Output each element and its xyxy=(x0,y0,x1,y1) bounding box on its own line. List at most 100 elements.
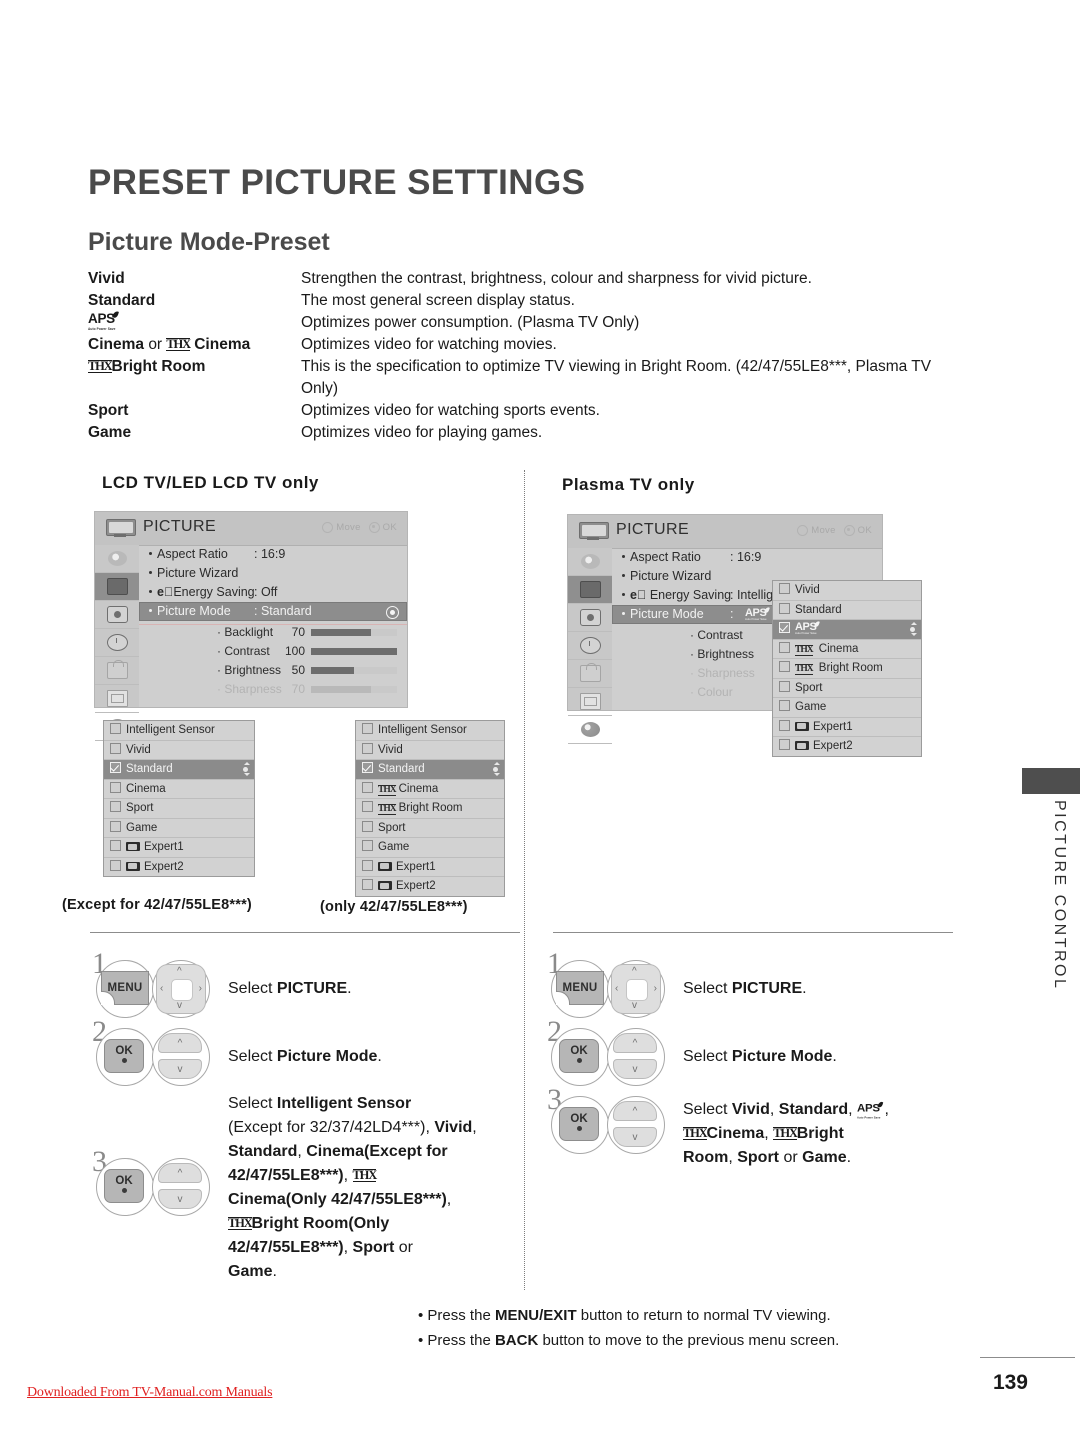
time-icon[interactable] xyxy=(95,629,139,657)
menu-button[interactable]: MENU xyxy=(556,971,604,1005)
osd-slider-backlight[interactable]: · Backlight 70 xyxy=(139,623,407,642)
ok-button[interactable]: OK xyxy=(104,1039,144,1073)
rocker-down[interactable]: v xyxy=(613,1127,657,1147)
checkbox-icon[interactable] xyxy=(779,602,790,614)
option-icon[interactable] xyxy=(568,688,612,716)
dropdown-item[interactable]: Vivid xyxy=(356,741,504,760)
dropdown-item[interactable]: Expert1 xyxy=(356,858,504,877)
network-icon[interactable] xyxy=(568,716,612,744)
checkbox-icon[interactable] xyxy=(110,840,121,851)
checkbox-icon[interactable] xyxy=(110,859,121,871)
checkbox-icon[interactable] xyxy=(362,742,373,754)
slider-track[interactable] xyxy=(311,648,397,655)
checkbox-icon[interactable] xyxy=(110,762,121,773)
dropdown-item[interactable]: Intelligent Sensor xyxy=(356,721,504,741)
checkbox-icon[interactable] xyxy=(362,859,373,871)
rocker-up[interactable]: ^ xyxy=(613,1033,657,1053)
dropdown-item-selected[interactable]: Standard xyxy=(356,760,504,780)
checkbox-icon[interactable] xyxy=(110,820,121,832)
dropdown-item[interactable]: THX Bright Room xyxy=(356,799,504,819)
osd-row-energy-saving[interactable]: e⃠Energy Saving : Off xyxy=(139,583,407,602)
lock-icon[interactable] xyxy=(95,657,139,685)
rocker-button[interactable]: ^ v xyxy=(158,1163,202,1209)
dropdown-item[interactable]: THX Cinema xyxy=(356,780,504,799)
ok-button[interactable]: OK xyxy=(559,1039,599,1073)
dpad-button[interactable]: ^ v ‹ › xyxy=(611,964,661,1014)
audio-icon[interactable] xyxy=(95,601,139,629)
lock-icon[interactable] xyxy=(568,660,612,688)
audio-icon[interactable] xyxy=(568,604,612,632)
rocker-button[interactable]: ^ v xyxy=(613,1101,657,1147)
dropdown-item-selected[interactable]: Standard xyxy=(104,760,254,780)
dropdown-item-selected[interactable]: APS Auto Power Save xyxy=(773,620,921,640)
dropdown-item[interactable]: Game xyxy=(104,819,254,838)
rocker-up[interactable]: ^ xyxy=(613,1101,657,1121)
dropdown-item[interactable]: THX Cinema xyxy=(773,640,921,659)
checkbox-icon[interactable] xyxy=(362,820,373,832)
checkbox-icon[interactable] xyxy=(779,700,790,711)
osd-row-picture-wizard[interactable]: Picture Wizard xyxy=(139,564,407,583)
dropdown-item[interactable]: Sport xyxy=(356,819,504,838)
rocker-button[interactable]: ^ v xyxy=(613,1033,657,1079)
checkbox-icon[interactable] xyxy=(110,742,121,754)
dropdown-item[interactable]: Vivid xyxy=(773,581,921,601)
checkbox-icon[interactable] xyxy=(362,801,373,812)
dropdown-item[interactable]: Vivid xyxy=(104,741,254,760)
checkbox-icon[interactable] xyxy=(779,583,790,594)
osd-slider-contrast[interactable]: · Contrast 100 xyxy=(139,642,407,661)
dpad-button[interactable]: ^ v ‹ › xyxy=(156,964,206,1014)
scroll-indicator-icon[interactable] xyxy=(492,762,500,776)
osd-row-aspect-ratio[interactable]: Aspect Ratio : 16:9 xyxy=(139,545,407,564)
checkbox-icon[interactable] xyxy=(779,680,790,692)
rocker-up[interactable]: ^ xyxy=(158,1163,202,1183)
setup-icon[interactable] xyxy=(95,545,139,573)
checkbox-icon[interactable] xyxy=(362,781,373,793)
checkbox-icon[interactable] xyxy=(362,840,373,851)
dropdown-item[interactable]: Intelligent Sensor xyxy=(104,721,254,741)
dropdown-item[interactable]: THX Bright Room xyxy=(773,659,921,679)
dropdown-item[interactable]: Sport xyxy=(104,799,254,819)
checkbox-icon[interactable] xyxy=(362,879,373,890)
checkbox-icon[interactable] xyxy=(110,801,121,812)
picture-icon[interactable] xyxy=(568,576,612,604)
osd-slider-brightness[interactable]: · Brightness 50 xyxy=(139,661,407,680)
dropdown-item[interactable]: Cinema xyxy=(104,780,254,799)
dropdown-item[interactable]: Expert1 xyxy=(104,838,254,858)
osd-row-aspect-ratio[interactable]: Aspect Ratio : 16:9 xyxy=(612,548,882,567)
dropdown-item[interactable]: Standard xyxy=(773,601,921,620)
slider-track[interactable] xyxy=(311,667,397,674)
checkbox-icon[interactable] xyxy=(779,719,790,731)
plasma-picture-mode-dropdown[interactable]: Vivid Standard APS Auto Power Save THX Ci… xyxy=(772,580,922,757)
picture-icon[interactable] xyxy=(95,573,139,601)
checkbox-icon[interactable] xyxy=(362,762,373,773)
checkbox-icon[interactable] xyxy=(779,641,790,653)
rocker-down[interactable]: v xyxy=(158,1189,202,1209)
time-icon[interactable] xyxy=(568,632,612,660)
ok-button[interactable]: OK xyxy=(104,1169,144,1203)
rocker-down[interactable]: v xyxy=(158,1059,202,1079)
checkbox-icon[interactable] xyxy=(362,723,373,734)
scroll-indicator-icon[interactable] xyxy=(909,622,917,636)
rocker-up[interactable]: ^ xyxy=(158,1033,202,1053)
checkbox-icon[interactable] xyxy=(779,622,790,633)
dropdown-item[interactable]: Sport xyxy=(773,679,921,698)
ok-button[interactable]: OK xyxy=(559,1107,599,1141)
dropdown-item[interactable]: Game xyxy=(773,698,921,718)
checkbox-icon[interactable] xyxy=(779,739,790,750)
scroll-indicator-icon[interactable] xyxy=(242,762,250,776)
rocker-button[interactable]: ^ v xyxy=(158,1033,202,1079)
checkbox-icon[interactable] xyxy=(110,781,121,793)
checkbox-icon[interactable] xyxy=(110,723,121,734)
menu-button[interactable]: MENU xyxy=(101,971,149,1005)
checkbox-icon[interactable] xyxy=(779,661,790,672)
dropdown-item[interactable]: Expert1 xyxy=(773,718,921,737)
setup-icon[interactable] xyxy=(568,548,612,576)
osd-row-picture-mode[interactable]: Picture Mode : Standard xyxy=(139,602,407,621)
lcd-picture-mode-dropdown-b[interactable]: Intelligent Sensor Vivid Standard THX Cin… xyxy=(355,720,505,897)
watermark-link[interactable]: Downloaded From TV-Manual.com Manuals xyxy=(27,1385,273,1401)
slider-track[interactable] xyxy=(311,629,397,636)
dropdown-item[interactable]: Game xyxy=(356,838,504,858)
lcd-picture-mode-dropdown-a[interactable]: Intelligent Sensor Vivid Standard Cinema… xyxy=(103,720,255,877)
dropdown-item[interactable]: Expert2 xyxy=(356,877,504,896)
rocker-down[interactable]: v xyxy=(613,1059,657,1079)
